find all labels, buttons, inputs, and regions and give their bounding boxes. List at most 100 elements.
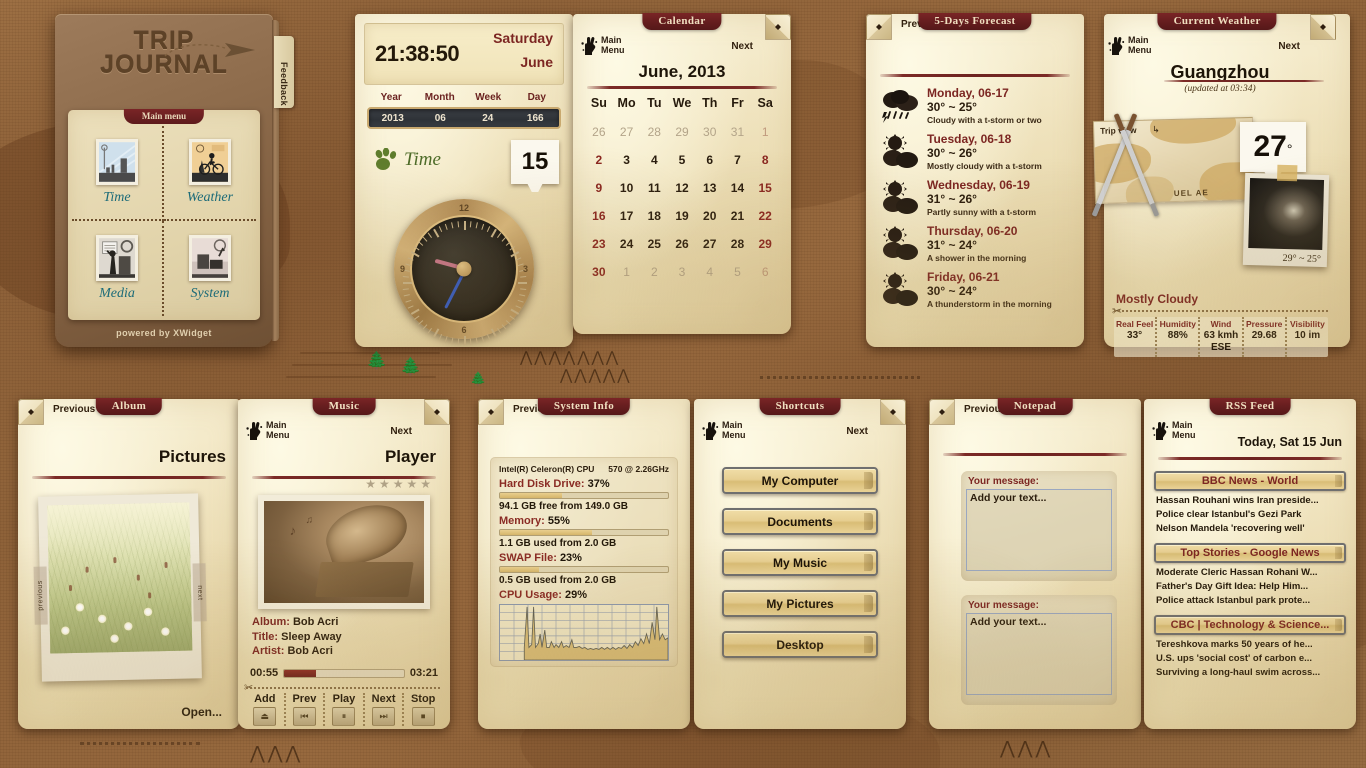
calendar-day-cell[interactable]: 12	[668, 174, 696, 202]
stop-icon[interactable]: ⏹	[411, 707, 435, 726]
album-open-button[interactable]: Open...	[181, 705, 222, 719]
calendar-day-cell[interactable]: 17	[613, 202, 641, 230]
album-previous-button[interactable]: Previous	[53, 404, 95, 415]
rss-feed-item[interactable]: Police clear Istanbul's Gezi Park	[1154, 508, 1346, 522]
shortcuts-next-button[interactable]: Next	[846, 426, 868, 437]
calendar-day-cell[interactable]: 4	[640, 146, 668, 174]
main-menu-button[interactable]: Main Menu	[702, 420, 746, 440]
calendar-next-corner[interactable]	[765, 14, 791, 40]
rss-feed-item[interactable]: Nelson Mandela 'recovering well'	[1154, 522, 1346, 536]
calendar-day-cell[interactable]: 1	[613, 258, 641, 286]
rss-feed-header[interactable]: BBC News - World	[1154, 471, 1346, 491]
rss-feed-item[interactable]: Surviving a long-haul swim across...	[1154, 666, 1346, 680]
weather-next-button[interactable]: Next	[1278, 41, 1300, 52]
rss-feed-item[interactable]: Police attack Istanbul park prote...	[1154, 594, 1346, 608]
player-control-play[interactable]: Play ⏸	[325, 693, 365, 726]
calendar-day-cell[interactable]: 2	[585, 146, 613, 174]
calendar-day-cell[interactable]: 31	[724, 118, 752, 146]
calendar-day-cell[interactable]: 13	[696, 174, 724, 202]
calendar-day-cell[interactable]: 14	[724, 174, 752, 202]
shortcut-button[interactable]: Documents	[722, 508, 878, 535]
notepad-prev-corner[interactable]	[929, 399, 955, 425]
calendar-day-cell[interactable]: 18	[640, 202, 668, 230]
pause-icon[interactable]: ⏸	[332, 707, 356, 726]
player-control-add[interactable]: Add ⏏	[246, 693, 286, 726]
calendar-day-cell[interactable]: 6	[696, 146, 724, 174]
calendar-day-cell[interactable]: 23	[585, 230, 613, 258]
calendar-day-cell[interactable]: 26	[668, 230, 696, 258]
main-menu-button[interactable]: Main Menu	[1152, 420, 1196, 440]
calendar-day-cell[interactable]: 27	[613, 118, 641, 146]
calendar-day-cell[interactable]: 28	[724, 230, 752, 258]
calendar-day-cell[interactable]: 3	[668, 258, 696, 286]
weather-next-corner[interactable]	[1310, 14, 1336, 40]
calendar-day-cell[interactable]: 24	[613, 230, 641, 258]
note-textarea[interactable]: Add your text...	[966, 489, 1112, 571]
calendar-day-cell[interactable]: 22	[751, 202, 779, 230]
prev-track-icon[interactable]: ⏮	[292, 707, 316, 726]
calendar-day-cell[interactable]: 26	[585, 118, 613, 146]
calendar-day-cell[interactable]: 6	[751, 258, 779, 286]
calendar-day-cell[interactable]: 29	[668, 118, 696, 146]
calendar-day-cell[interactable]: 11	[640, 174, 668, 202]
calendar-day-cell[interactable]: 21	[724, 202, 752, 230]
calendar-day-cell[interactable]: 5	[724, 258, 752, 286]
shortcut-button[interactable]: My Computer	[722, 467, 878, 494]
rss-feed-header[interactable]: Top Stories - Google News	[1154, 543, 1346, 563]
rss-feed-item[interactable]: Tereshkova marks 50 years of he...	[1154, 638, 1346, 652]
feedback-tab[interactable]: Feedback	[274, 36, 294, 108]
note-textarea[interactable]: Add your text...	[966, 613, 1112, 695]
rating-stars[interactable]: ★★★★★	[365, 477, 434, 491]
weather-stat-cell: Wind 63 kmh ESE	[1200, 317, 1244, 357]
calendar-day-cell[interactable]: 25	[640, 230, 668, 258]
next-track-icon[interactable]: ⏭	[372, 707, 396, 726]
calendar-day-cell[interactable]: 27	[696, 230, 724, 258]
rss-feed-item[interactable]: U.S. ups 'social cost' of carbon e...	[1154, 652, 1346, 666]
calendar-day-cell[interactable]: 2	[640, 258, 668, 286]
shortcut-button[interactable]: My Pictures	[722, 590, 878, 617]
shortcuts-next-corner[interactable]	[880, 399, 906, 425]
main-menu-button[interactable]: Main Menu	[1108, 35, 1152, 55]
journal-menu-item-time[interactable]: Time	[72, 126, 164, 221]
calendar-day-cell[interactable]: 16	[585, 202, 613, 230]
calendar-day-cell[interactable]: 20	[696, 202, 724, 230]
system-prev-corner[interactable]	[478, 399, 504, 425]
forecast-prev-corner[interactable]	[866, 14, 892, 40]
calendar-next-button[interactable]: Next	[731, 41, 753, 52]
seek-bar[interactable]	[283, 668, 405, 678]
calendar-day-cell[interactable]: 4	[696, 258, 724, 286]
calendar-day-cell[interactable]: 5	[668, 146, 696, 174]
calendar-day-cell[interactable]: 19	[668, 202, 696, 230]
album-next-edge-button[interactable]: next	[192, 563, 207, 622]
album-prev-corner[interactable]	[18, 399, 44, 425]
player-control-prev[interactable]: Prev ⏮	[286, 693, 326, 726]
music-next-button[interactable]: Next	[390, 426, 412, 437]
journal-menu-item-system[interactable]: System	[164, 221, 256, 316]
calendar-day-cell[interactable]: 28	[640, 118, 668, 146]
calendar-day-cell[interactable]: 7	[724, 146, 752, 174]
calendar-day-cell[interactable]: 30	[696, 118, 724, 146]
rss-feed-item[interactable]: Father's Day Gift Idea: Help Him...	[1154, 580, 1346, 594]
calendar-day-cell[interactable]: 1	[751, 118, 779, 146]
main-menu-button[interactable]: Main Menu	[246, 420, 290, 440]
calendar-day-cell[interactable]: 9	[585, 174, 613, 202]
music-next-corner[interactable]	[424, 399, 450, 425]
main-menu-button[interactable]: Main Menu	[581, 35, 625, 55]
album-prev-edge-button[interactable]: previous	[33, 566, 48, 626]
rss-feed-header[interactable]: CBC | Technology & Science...	[1154, 615, 1346, 635]
rss-feed-item[interactable]: Hassan Rouhani wins Iran preside...	[1154, 494, 1346, 508]
journal-menu-item-media[interactable]: Media	[72, 221, 164, 316]
player-control-next[interactable]: Next ⏭	[365, 693, 405, 726]
calendar-day-cell[interactable]: 15	[751, 174, 779, 202]
calendar-day-cell[interactable]: 30	[585, 258, 613, 286]
eject-icon[interactable]: ⏏	[253, 707, 277, 726]
calendar-day-cell[interactable]: 8	[751, 146, 779, 174]
calendar-day-cell[interactable]: 10	[613, 174, 641, 202]
journal-menu-item-weather[interactable]: Weather	[164, 126, 256, 221]
rss-feed-item[interactable]: Moderate Cleric Hassan Rohani W...	[1154, 566, 1346, 580]
shortcut-button[interactable]: Desktop	[722, 631, 878, 658]
calendar-day-cell[interactable]: 3	[613, 146, 641, 174]
calendar-day-cell[interactable]: 29	[751, 230, 779, 258]
shortcut-button[interactable]: My Music	[722, 549, 878, 576]
player-control-stop[interactable]: Stop ⏹	[404, 693, 442, 726]
